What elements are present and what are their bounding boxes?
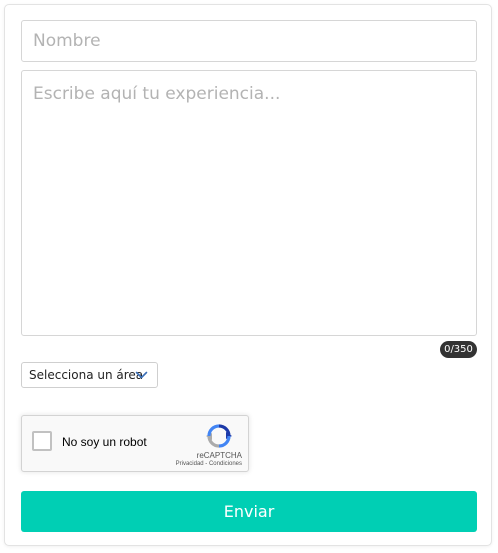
recaptcha-label: No soy un robot bbox=[62, 435, 147, 449]
area-select[interactable]: Selecciona un área bbox=[21, 362, 158, 388]
recaptcha-brand: reCAPTCHA bbox=[196, 451, 242, 460]
submit-button[interactable]: Enviar bbox=[21, 491, 477, 532]
recaptcha-terms-link[interactable]: Condiciones bbox=[209, 461, 242, 467]
review-form-card: 0/350 Selecciona un área No soy un robot… bbox=[4, 4, 492, 546]
name-input[interactable] bbox=[21, 20, 477, 62]
recaptcha-privacy-link[interactable]: Privacidad bbox=[176, 461, 204, 467]
area-select-label: Selecciona un área bbox=[29, 368, 144, 382]
recaptcha-widget: No soy un robot reCAPTCHA Privacidad - C… bbox=[21, 415, 249, 472]
experience-textarea[interactable] bbox=[21, 70, 477, 336]
recaptcha-logo-icon bbox=[206, 424, 232, 448]
recaptcha-links: Privacidad - Condiciones bbox=[162, 461, 242, 467]
character-counter-badge: 0/350 bbox=[440, 341, 477, 358]
recaptcha-checkbox[interactable] bbox=[32, 431, 52, 451]
chevron-down-icon bbox=[135, 371, 148, 379]
